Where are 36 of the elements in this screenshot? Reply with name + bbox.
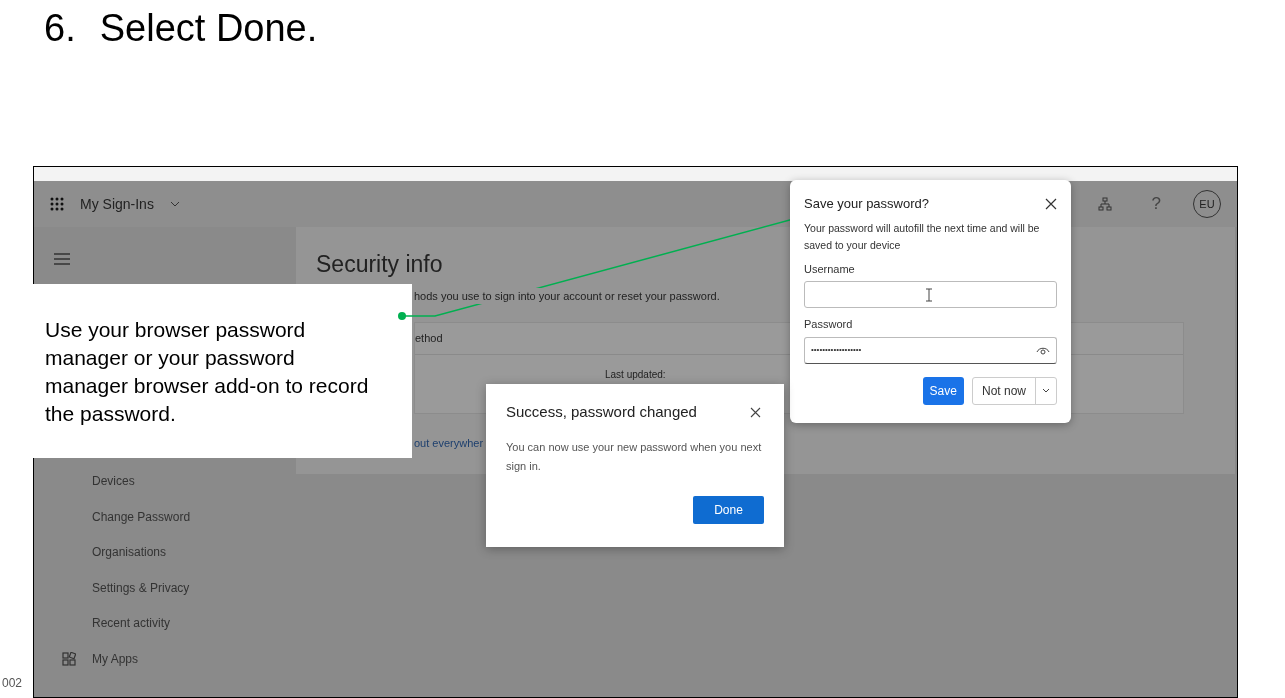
apps-icon xyxy=(62,651,76,666)
field-label: Password xyxy=(804,317,854,332)
org-chart-icon[interactable] xyxy=(1097,197,1112,211)
dialog-message: You can now use your new password when you next sign in. xyxy=(506,439,763,474)
popup-title: Save your password? xyxy=(804,195,929,213)
chevron-down-icon[interactable] xyxy=(1042,388,1050,393)
sidebar-item[interactable]: Change Password xyxy=(92,507,191,526)
username-field[interactable] xyxy=(804,281,1057,308)
done-button[interactable]: Done xyxy=(693,495,764,524)
step-number: 6. xyxy=(44,6,76,51)
close-icon[interactable] xyxy=(750,406,761,418)
page-title: Security info xyxy=(316,250,443,279)
step-instruction: Select Done. xyxy=(99,6,318,51)
sidebar-item[interactable]: Devices xyxy=(92,472,135,490)
popup-description: Your password will autofill the next time and will be saved to your device xyxy=(804,220,1041,253)
help-icon[interactable]: ? xyxy=(1151,191,1161,217)
dialog-title: Success, password changed xyxy=(506,402,697,422)
app-launcher-icon[interactable] xyxy=(50,197,64,211)
close-icon[interactable] xyxy=(1045,197,1057,210)
sidebar-item[interactable]: My Apps xyxy=(92,649,139,668)
app-title[interactable]: My Sign-Ins xyxy=(80,193,154,215)
sidebar-item[interactable]: Recent activity xyxy=(92,614,171,632)
field-label: Username xyxy=(804,261,856,277)
page-subtitle: hods you use to sign into your account or reset your password. xyxy=(414,287,720,304)
callout-text: Use your browser password manager or your password manager browser add-on to record the password. xyxy=(45,317,370,427)
eye-icon[interactable] xyxy=(1036,345,1050,355)
sign-out-link[interactable]: out everywher xyxy=(414,437,484,449)
text-cursor-icon xyxy=(925,288,933,302)
table-header: ethod xyxy=(415,331,443,347)
save-button[interactable]: Save xyxy=(922,376,964,405)
chevron-down-icon[interactable] xyxy=(169,201,180,207)
menu-icon[interactable] xyxy=(54,253,70,265)
sidebar-item[interactable]: Settings & Privacy xyxy=(92,578,190,597)
sidebar-item[interactable]: Organisations xyxy=(92,543,167,561)
page-number: 002 xyxy=(2,675,23,692)
table-cell: Last updated: xyxy=(605,369,666,380)
